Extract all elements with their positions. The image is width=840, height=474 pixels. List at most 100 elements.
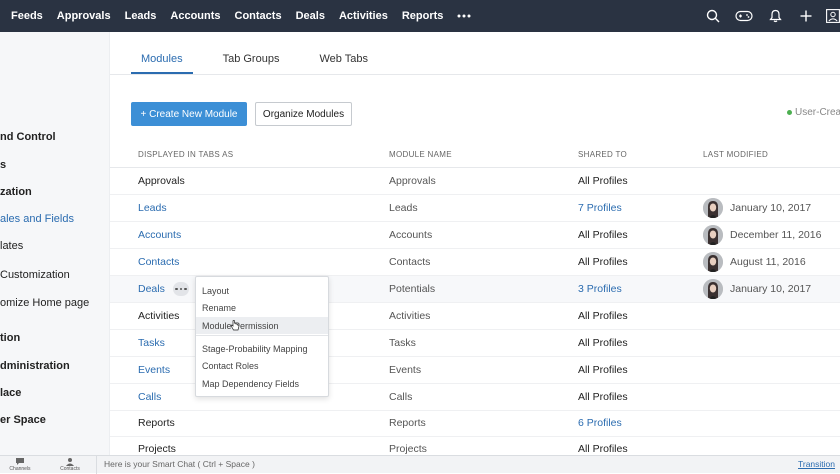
tab-name: Activities	[138, 310, 180, 322]
sidebar-item-templates[interactable]: lates	[0, 240, 23, 252]
user-created-legend: User-Creat	[787, 107, 840, 118]
row-more-button[interactable]	[173, 282, 189, 296]
plus-icon[interactable]	[795, 5, 817, 27]
sidebar-item-control[interactable]: nd Control	[0, 131, 56, 143]
status-dot-icon	[787, 109, 792, 115]
table-row[interactable]: Accounts Accounts All Profiles December …	[110, 222, 840, 249]
tab-modules[interactable]: Modules	[131, 44, 193, 74]
table-row[interactable]: Approvals Approvals All Profiles	[110, 168, 840, 195]
row-context-menu: Layout Rename Module Permission Stage-Pr…	[195, 276, 329, 397]
smart-chat-input[interactable]: Here is your Smart Chat ( Ctrl + Space )	[104, 459, 255, 469]
shared-to: All Profiles	[578, 337, 628, 349]
sidebar-item-administration[interactable]: dministration	[0, 360, 70, 372]
top-navigation-bar: Feeds Approvals Leads Accounts Contacts …	[0, 0, 840, 32]
sidebar-item-tion[interactable]: tion	[0, 332, 20, 344]
create-new-module-button[interactable]: + Create New Module	[131, 102, 247, 126]
shared-to: All Profiles	[578, 175, 628, 187]
sidebar-item-s[interactable]: s	[0, 159, 6, 171]
module-name: Tasks	[389, 337, 416, 349]
tab-name-link[interactable]: Deals	[138, 283, 165, 295]
more-icon[interactable]	[450, 0, 478, 32]
tab-name: Reports	[138, 417, 175, 429]
bottom-bar: Channels Contacts Here is your Smart Cha…	[0, 455, 840, 474]
avatar-photo	[703, 198, 723, 218]
bell-icon[interactable]	[764, 5, 786, 27]
sidebar-item-marketplace[interactable]: lace	[0, 387, 21, 399]
column-module-name[interactable]: MODULE NAME	[389, 150, 452, 159]
sidebar-item-customize-home-page[interactable]: omize Home page	[0, 297, 89, 309]
module-name: Accounts	[389, 229, 433, 241]
tab-tab-groups[interactable]: Tab Groups	[213, 44, 290, 74]
contacts-button[interactable]: Contacts	[50, 457, 90, 473]
module-name: Contacts	[389, 256, 431, 268]
shared-to: All Profiles	[578, 229, 628, 241]
tab-name-link[interactable]: Contacts	[138, 256, 179, 268]
tabs-divider	[110, 74, 840, 75]
shared-to: All Profiles	[578, 443, 628, 455]
legend-label: User-Creat	[795, 107, 840, 118]
menu-item-map-dependency-fields[interactable]: Map Dependency Fields	[196, 375, 328, 392]
search-icon[interactable]	[702, 5, 724, 27]
shared-to: All Profiles	[578, 256, 628, 268]
nav-deals[interactable]: Deals	[289, 0, 332, 32]
table-row[interactable]: Reports Reports 6 Profiles	[110, 410, 840, 437]
column-displayed-in-tabs-as[interactable]: DISPLAYED IN TABS AS	[138, 150, 233, 159]
shared-to-link[interactable]: 7 Profiles	[578, 202, 622, 214]
shared-to: All Profiles	[578, 310, 628, 322]
last-modified-date: December 11, 2016	[730, 229, 822, 241]
sidebar-item-customization-group[interactable]: zation	[0, 186, 32, 198]
table-row[interactable]: Contacts Contacts All Profiles August 11…	[110, 249, 840, 276]
menu-divider	[196, 335, 328, 336]
shared-to-link[interactable]: 3 Profiles	[578, 283, 622, 295]
nav-leads[interactable]: Leads	[118, 0, 164, 32]
user-icon[interactable]	[826, 5, 840, 27]
nav-accounts[interactable]: Accounts	[163, 0, 227, 32]
setup-sidebar: nd Control s zation ales and Fields late…	[0, 32, 110, 455]
module-name: Leads	[389, 202, 418, 214]
menu-item-module-permission[interactable]: Module Permission	[196, 317, 328, 334]
module-name: Potentials	[389, 283, 436, 295]
menu-item-rename[interactable]: Rename	[196, 299, 328, 316]
sidebar-item-developer-space[interactable]: er Space	[0, 414, 46, 426]
shared-to-link[interactable]: 6 Profiles	[578, 417, 622, 429]
bottom-divider	[96, 456, 97, 474]
module-tabs: Modules Tab Groups Web Tabs	[131, 44, 398, 74]
module-name: Projects	[389, 443, 427, 455]
avatar-photo	[703, 279, 723, 299]
module-name: Reports	[389, 417, 426, 429]
module-name: Approvals	[389, 175, 436, 187]
menu-item-layout[interactable]: Layout	[196, 282, 328, 299]
module-name: Events	[389, 364, 422, 376]
avatar-photo	[703, 252, 723, 272]
transition-link[interactable]: Transition	[798, 459, 835, 469]
nav-contacts[interactable]: Contacts	[228, 0, 289, 32]
tab-name-link[interactable]: Tasks	[138, 337, 165, 349]
tab-name-link[interactable]: Calls	[138, 391, 161, 403]
chat-icon	[16, 458, 24, 465]
table-row[interactable]: Leads Leads 7 Profiles January 10, 2017	[110, 195, 840, 222]
menu-item-stage-probability-mapping[interactable]: Stage-Probability Mapping	[196, 340, 328, 357]
top-icons	[693, 0, 840, 32]
table-header: DISPLAYED IN TABS AS MODULE NAME SHARED …	[110, 140, 840, 168]
sidebar-item-modules-and-fields[interactable]: ales and Fields	[0, 213, 74, 225]
tab-name-link[interactable]: Events	[138, 364, 170, 376]
shared-to: All Profiles	[578, 364, 628, 376]
nav-approvals[interactable]: Approvals	[50, 0, 118, 32]
gamepad-icon[interactable]	[733, 5, 755, 27]
tab-web-tabs[interactable]: Web Tabs	[309, 44, 378, 74]
nav-activities[interactable]: Activities	[332, 0, 395, 32]
last-modified-date: January 10, 2017	[730, 202, 812, 214]
column-shared-to[interactable]: SHARED TO	[578, 150, 627, 159]
nav-feeds[interactable]: Feeds	[0, 0, 50, 32]
tab-name-link[interactable]: Accounts	[138, 229, 181, 241]
sidebar-item-customization[interactable]: Customization	[0, 269, 70, 281]
menu-item-contact-roles[interactable]: Contact Roles	[196, 357, 328, 374]
column-last-modified[interactable]: LAST MODIFIED	[703, 150, 768, 159]
organize-modules-button[interactable]: Organize Modules	[255, 102, 352, 126]
module-name: Activities	[389, 310, 431, 322]
top-nav: Feeds Approvals Leads Accounts Contacts …	[0, 0, 478, 32]
last-modified-date: January 10, 2017	[730, 283, 812, 295]
nav-reports[interactable]: Reports	[395, 0, 451, 32]
tab-name-link[interactable]: Leads	[138, 202, 167, 214]
channels-button[interactable]: Channels	[0, 457, 40, 473]
